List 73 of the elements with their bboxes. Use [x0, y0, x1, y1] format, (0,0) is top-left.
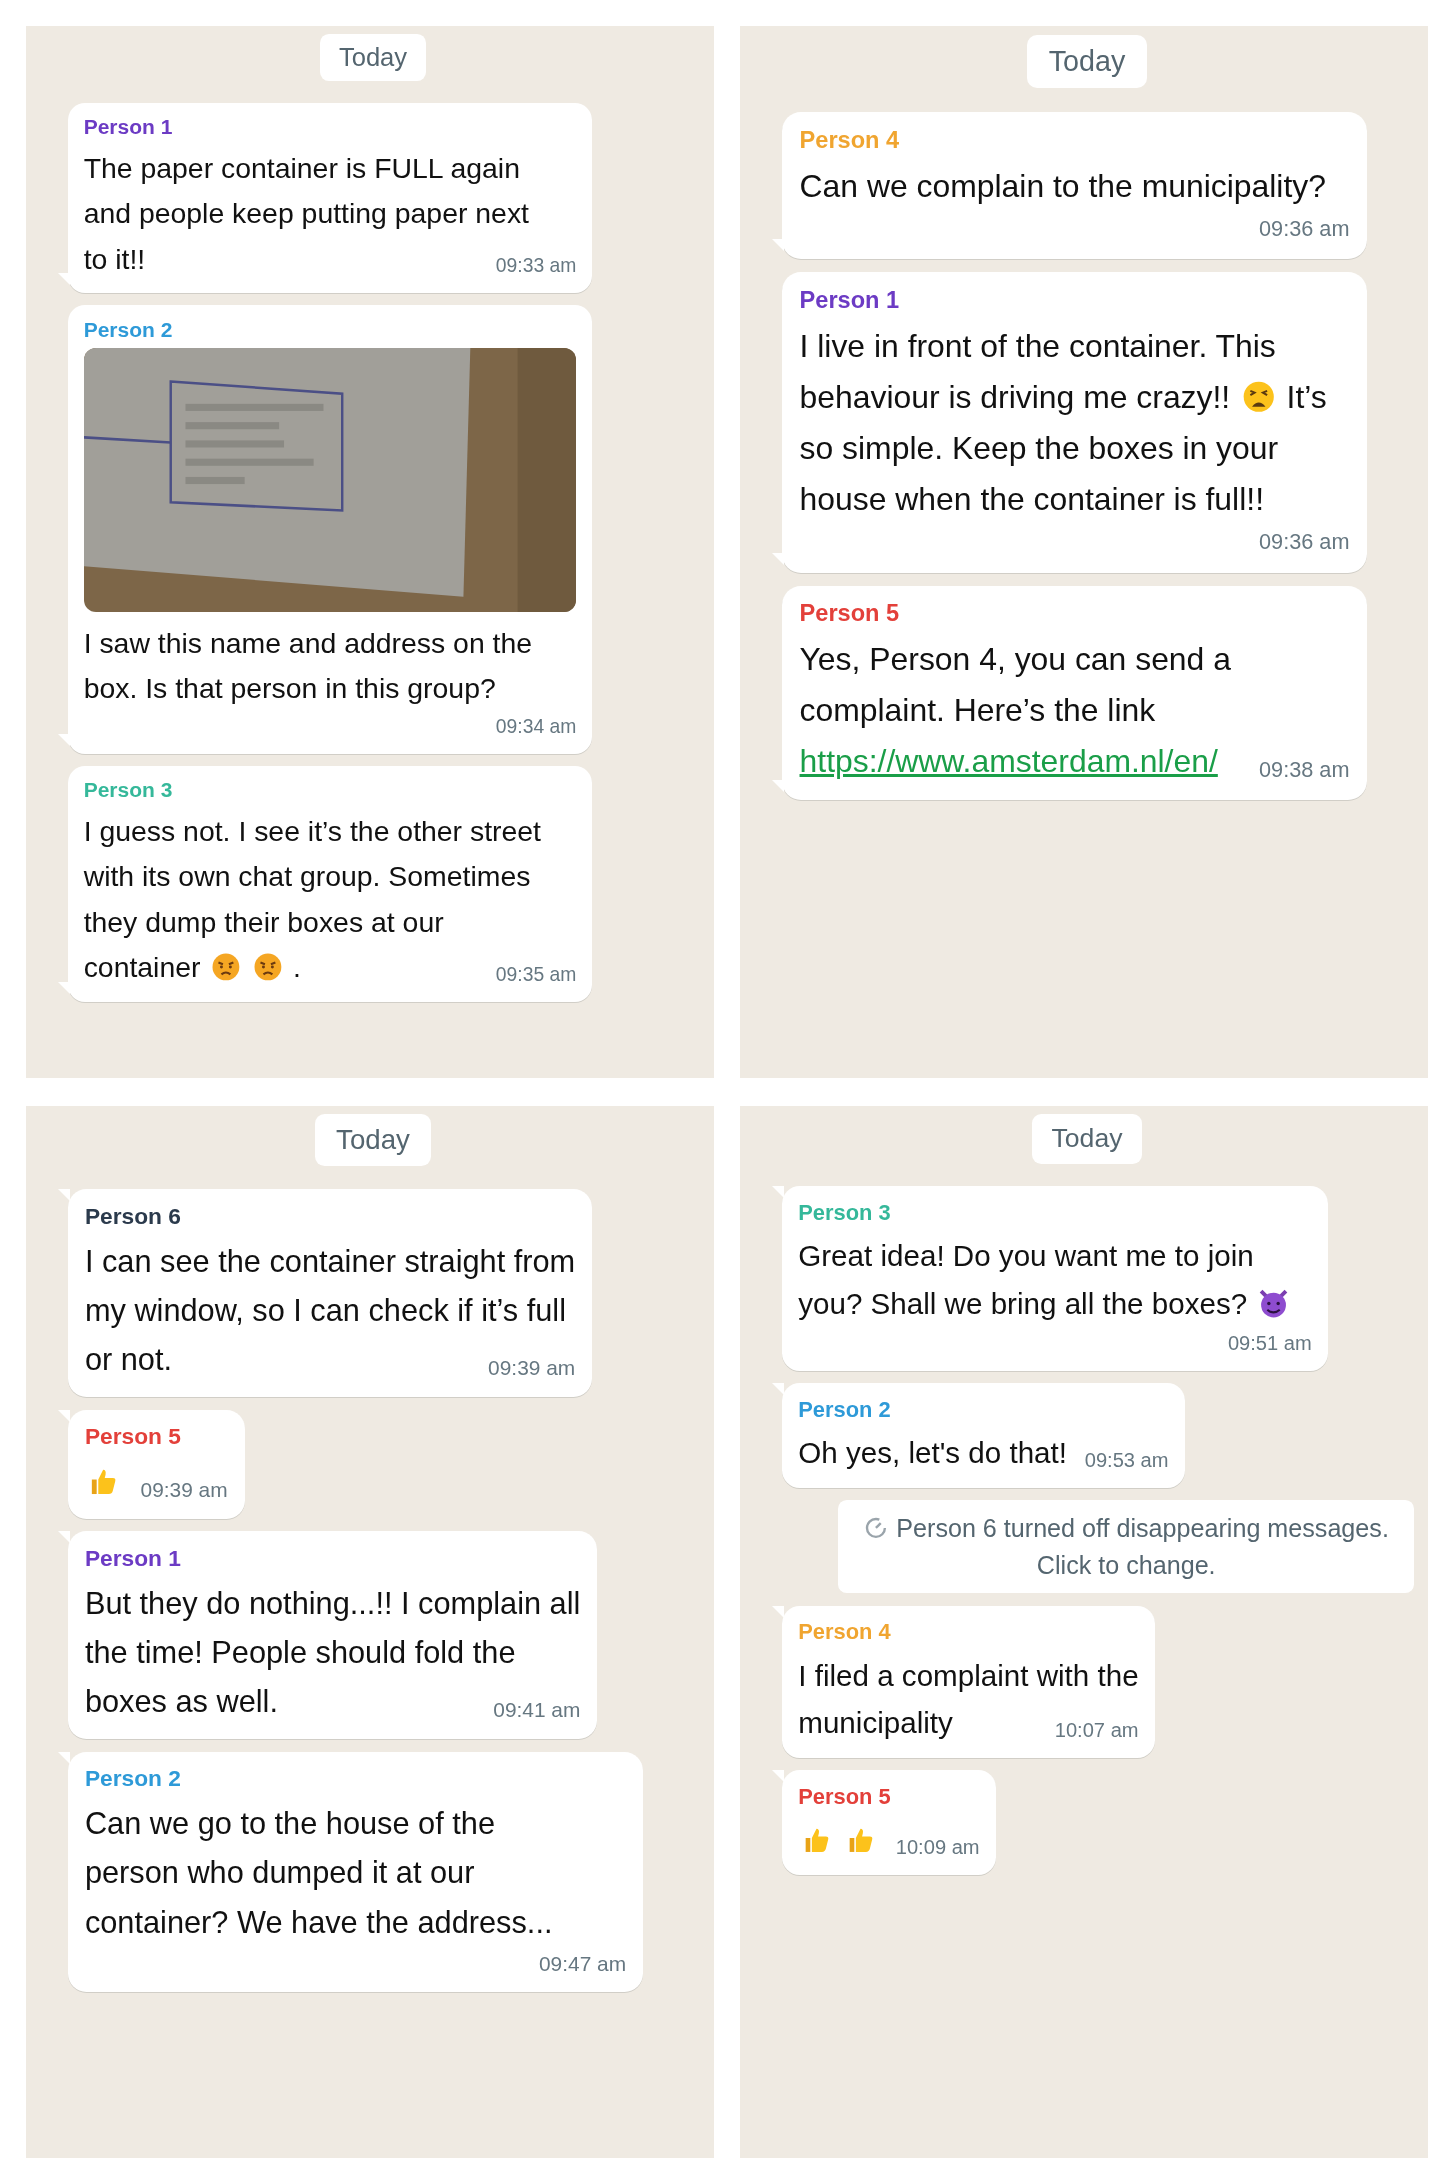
message-time: 09:35 am [495, 962, 577, 987]
timer-icon [863, 1516, 888, 1540]
message-text: Can we complain to the municipality? [799, 167, 1326, 204]
message-text: behaviour is driving me crazy!! [799, 378, 1231, 415]
notice-text: Click to change. [1036, 1550, 1216, 1579]
notice-text: Person 6 turned off disappearing messages. [896, 1514, 1389, 1543]
message-text: municipality [798, 1705, 953, 1739]
message-text: to it!! [83, 242, 146, 275]
sender-name: Person 1 [84, 1545, 182, 1573]
sender-name: Person 2 [84, 1765, 182, 1793]
message-text: box. Is that person in this group? [83, 672, 496, 705]
message-text: house when the container is full!! [799, 481, 1264, 517]
message-text: you? Shall we bring all the boxes? [798, 1286, 1248, 1320]
message-text: the time! People should fold the [84, 1635, 516, 1671]
sender-name: Person 3 [83, 778, 174, 803]
message-time: 09:39 am [488, 1355, 576, 1382]
message-text: I filed a complaint with the [798, 1658, 1139, 1692]
devil-face-icon [1257, 1287, 1289, 1319]
message-text: they dump their boxes at our [83, 905, 444, 938]
message-time: 09:41 am [493, 1697, 581, 1724]
message-link[interactable]: https://www.amsterdam.nl/en/ [799, 743, 1218, 780]
message-text: I guess not. I see it’s the other street [83, 814, 541, 847]
date-chip: Today [319, 33, 427, 81]
message-text: Yes, Person 4, you can send a [799, 641, 1231, 678]
sender-name: Person 5 [84, 1423, 182, 1451]
message-text: complaint. Here’s the link [799, 692, 1156, 729]
message-time: 10:07 am [1054, 1718, 1139, 1743]
sender-name: Person 5 [798, 1783, 892, 1810]
message-text: The paper container is FULL again [83, 151, 520, 184]
weary-face-icon [1241, 380, 1276, 414]
system-notice[interactable]: Person 6 turned off disappearing messages. Click to change. [838, 1500, 1414, 1594]
message-text: so simple. Keep the boxes in your [799, 429, 1279, 466]
message-text: or not. [84, 1342, 173, 1378]
message-time: 09:39 am [140, 1476, 228, 1503]
angry-face-icon [210, 952, 241, 983]
message-time: 09:33 am [495, 254, 577, 279]
sender-name: Person 6 [84, 1203, 182, 1231]
message-text: I can see the container straight from [84, 1244, 576, 1280]
message-time: 10:09 am [895, 1835, 980, 1861]
date-chip: Today [1027, 34, 1147, 88]
message-time: 09:38 am [1259, 755, 1350, 784]
message-text: my window, so I can check if it’s full [84, 1293, 567, 1329]
message-text: It’s [1286, 378, 1327, 415]
message-text: . [292, 951, 301, 984]
message-time: 09:36 am [1259, 528, 1350, 557]
message-time: 09:51 am [1227, 1330, 1312, 1356]
sender-name: Person 4 [799, 126, 901, 154]
message-time: 09:34 am [495, 714, 577, 739]
message-text: with its own chat group. Sometimes [83, 860, 531, 893]
date-chip: Today [1031, 1114, 1143, 1164]
message-text: But they do nothing...!! I complain all [84, 1586, 581, 1622]
sender-name: Person 4 [798, 1618, 892, 1645]
message-text: person who dumped it at our [84, 1855, 475, 1891]
sender-name: Person 2 [798, 1396, 892, 1423]
message-text: boxes as well. [84, 1684, 278, 1720]
message-text: I live in front of the container. This [799, 327, 1276, 364]
message-text: Oh yes, let's do that! [798, 1436, 1067, 1470]
message-text: Can we go to the house of the [84, 1806, 495, 1842]
message-text: and people keep putting paper next [83, 197, 529, 230]
message-text: I saw this name and address on the [83, 626, 533, 659]
sender-name: Person 3 [798, 1199, 892, 1226]
message-time: 09:47 am [539, 1950, 627, 1977]
message-time: 09:36 am [1259, 214, 1350, 243]
sender-name: Person 1 [799, 286, 901, 314]
message-text: container? We have the address... [84, 1904, 553, 1940]
angry-face-icon [252, 952, 283, 983]
sender-name: Person 2 [83, 317, 174, 342]
message-text: Great idea! Do you want me to join [798, 1239, 1254, 1273]
message-text: container [83, 951, 201, 984]
sender-name: Person 5 [799, 600, 901, 628]
sender-name: Person 1 [83, 115, 174, 140]
date-chip: Today [315, 1114, 431, 1166]
message-time: 09:53 am [1084, 1448, 1169, 1474]
